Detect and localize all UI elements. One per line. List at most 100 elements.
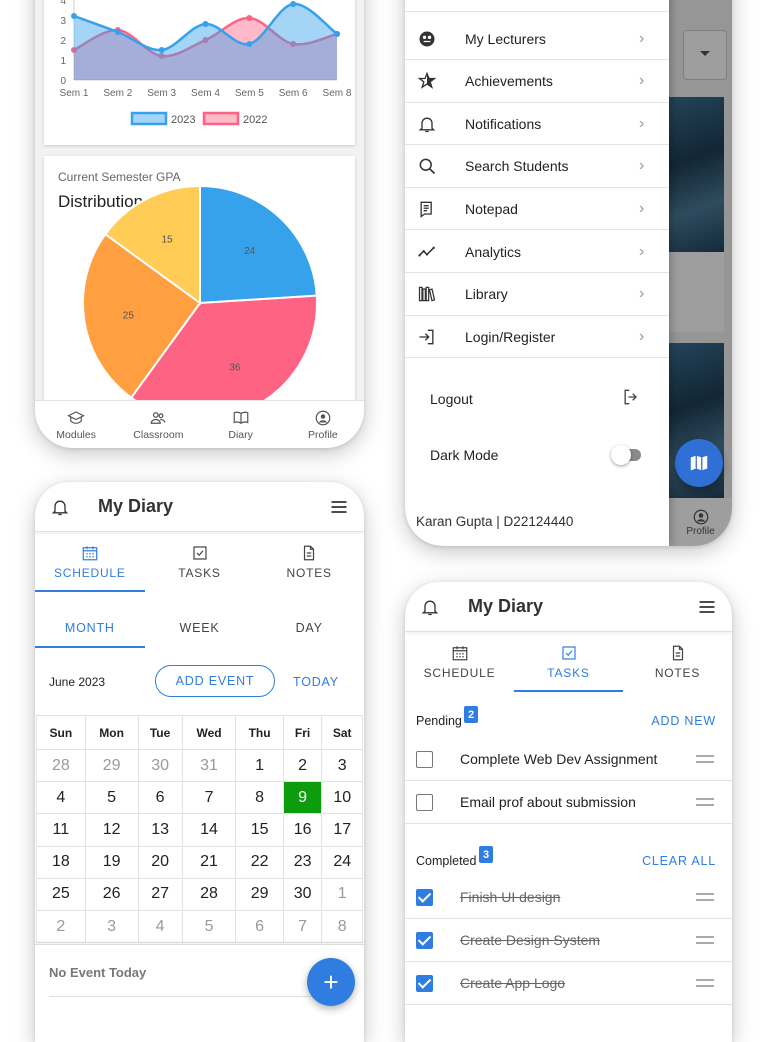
nav-modules[interactable]: Modules — [35, 401, 117, 448]
drawer-item-achievements[interactable]: Achievements › — [405, 61, 669, 103]
nav-diary[interactable]: Diary — [200, 401, 282, 448]
data-point-2023 — [114, 29, 121, 35]
calendar-day[interactable]: 10 — [321, 781, 363, 815]
drawer-item-notifications[interactable]: Notifications › — [405, 103, 669, 146]
drag-handle-icon[interactable] — [696, 893, 714, 901]
tab-notes[interactable]: NOTES — [254, 532, 364, 592]
today-button[interactable]: TODAY — [293, 675, 339, 689]
nav-classroom[interactable]: Classroom — [117, 401, 199, 448]
legend-swatch — [202, 111, 240, 126]
dark-mode-toggle[interactable] — [611, 445, 641, 465]
calendar-day[interactable]: 2 — [282, 748, 323, 783]
phone-diary-tasks: My Diary SCHEDULE TASKS NOTES Pending 2 … — [405, 582, 732, 1042]
calendar-day[interactable]: 26 — [84, 877, 139, 911]
task-checkbox[interactable] — [416, 974, 433, 992]
dark-mode-label: Dark Mode — [430, 447, 499, 463]
drag-handle-icon[interactable] — [696, 936, 714, 944]
calendar-day[interactable]: 30 — [282, 877, 323, 911]
notifications-button[interactable] — [35, 497, 85, 517]
logout-icon[interactable] — [621, 387, 641, 407]
calendar-day[interactable]: 2 — [36, 909, 86, 944]
calendar-day[interactable]: 5 — [181, 909, 237, 944]
tab-week[interactable]: WEEK — [145, 608, 255, 648]
calendar-day[interactable]: 5 — [84, 781, 139, 815]
menu-button[interactable] — [314, 497, 364, 517]
drawer-item-login-register[interactable]: Login/Register › — [405, 316, 669, 359]
y-tick-label: 0 — [60, 76, 66, 87]
calendar-day[interactable]: 3 — [321, 748, 363, 783]
calendar-day[interactable]: 7 — [282, 909, 323, 944]
calendar-day[interactable]: 28 — [181, 877, 237, 911]
calendar-day[interactable]: 19 — [84, 845, 139, 879]
weekday-mon: Mon — [84, 715, 139, 750]
drag-handle-icon[interactable] — [696, 798, 714, 806]
drawer-item-analytics[interactable]: Analytics › — [405, 231, 669, 273]
calendar-day[interactable]: 8 — [235, 781, 284, 815]
calendar-day[interactable]: 6 — [235, 909, 284, 944]
calendar-day[interactable]: 29 — [84, 748, 139, 783]
weekday-header: Sun Mon Tue Wed Thu Fri Sat — [36, 715, 363, 750]
calendar-day[interactable]: 27 — [137, 877, 183, 911]
calendar-day[interactable]: 11 — [36, 813, 86, 847]
drawer-item-library[interactable]: Library › — [405, 274, 669, 316]
drawer-item-notepad[interactable]: Notepad › — [405, 188, 669, 231]
calendar-day[interactable]: 6 — [137, 781, 183, 815]
map-fab[interactable] — [675, 439, 723, 487]
logout-label[interactable]: Logout — [430, 391, 473, 407]
notifications-button[interactable] — [405, 597, 455, 617]
calendar-day[interactable]: 14 — [181, 813, 237, 847]
calendar-day[interactable]: 22 — [235, 845, 284, 879]
calendar-day[interactable]: 16 — [282, 813, 323, 847]
drag-handle-icon[interactable] — [696, 979, 714, 987]
calendar-day[interactable]: 8 — [321, 909, 363, 944]
tab-schedule[interactable]: SCHEDULE — [35, 532, 145, 592]
data-point-2023 — [158, 47, 165, 53]
drawer-item-label: Notifications — [465, 115, 542, 132]
add-event-fab[interactable]: + — [307, 958, 355, 1006]
menu-button[interactable] — [682, 597, 732, 617]
calendar-day[interactable]: 25 — [36, 877, 86, 911]
tab-month[interactable]: MONTH — [35, 608, 145, 648]
calendar-day[interactable]: 3 — [84, 909, 139, 944]
add-new-button[interactable]: ADD NEW — [651, 714, 716, 728]
calendar-day[interactable]: 4 — [137, 909, 183, 944]
calendar-day[interactable]: 30 — [137, 748, 183, 783]
data-point-2023 — [202, 21, 209, 27]
x-tick-label: Sem 4 — [191, 88, 220, 99]
calendar-day[interactable]: 24 — [321, 845, 363, 879]
tab-tasks[interactable]: TASKS — [514, 632, 623, 692]
drawer-item-my-lecturers[interactable]: My Lecturers › — [405, 18, 669, 60]
calendar-day[interactable]: 31 — [181, 748, 237, 783]
tab-notes[interactable]: NOTES — [623, 632, 732, 692]
pie-slice-label: 24 — [244, 246, 256, 257]
calendar-day[interactable]: 28 — [36, 748, 86, 783]
task-checkbox[interactable] — [416, 888, 433, 906]
clear-all-button[interactable]: CLEAR ALL — [642, 854, 716, 868]
calendar-day[interactable]: 13 — [137, 813, 183, 847]
calendar-day[interactable]: 9 — [282, 781, 323, 815]
nav-profile[interactable]: Profile — [282, 401, 364, 448]
data-point-2023 — [290, 1, 297, 7]
add-event-button[interactable]: ADD EVENT — [155, 665, 275, 697]
tab-schedule[interactable]: SCHEDULE — [405, 632, 514, 692]
calendar-day[interactable]: 23 — [282, 845, 323, 879]
calendar-day[interactable]: 15 — [235, 813, 284, 847]
drawer-item-search-students[interactable]: Search Students › — [405, 146, 669, 188]
task-checkbox[interactable] — [416, 750, 433, 768]
task-checkbox[interactable] — [416, 931, 433, 949]
calendar-day[interactable]: 1 — [235, 748, 284, 783]
calendar-day[interactable]: 17 — [321, 813, 363, 847]
task-checkbox[interactable] — [416, 793, 433, 811]
calendar-day[interactable]: 1 — [321, 877, 363, 911]
calendar-day[interactable]: 20 — [137, 845, 183, 879]
calendar-day[interactable]: 29 — [235, 877, 284, 911]
calendar-day[interactable]: 4 — [36, 781, 86, 815]
calendar-day[interactable]: 18 — [36, 845, 86, 879]
tab-day[interactable]: DAY — [254, 608, 364, 648]
gpa-distribution-card: Current Semester GPA Distribution 24 36 25… — [44, 156, 355, 406]
calendar-day[interactable]: 12 — [84, 813, 139, 847]
calendar-day[interactable]: 21 — [181, 845, 237, 879]
tab-tasks[interactable]: TASKS — [145, 532, 255, 592]
calendar-day[interactable]: 7 — [181, 781, 237, 815]
drag-handle-icon[interactable] — [696, 755, 714, 763]
